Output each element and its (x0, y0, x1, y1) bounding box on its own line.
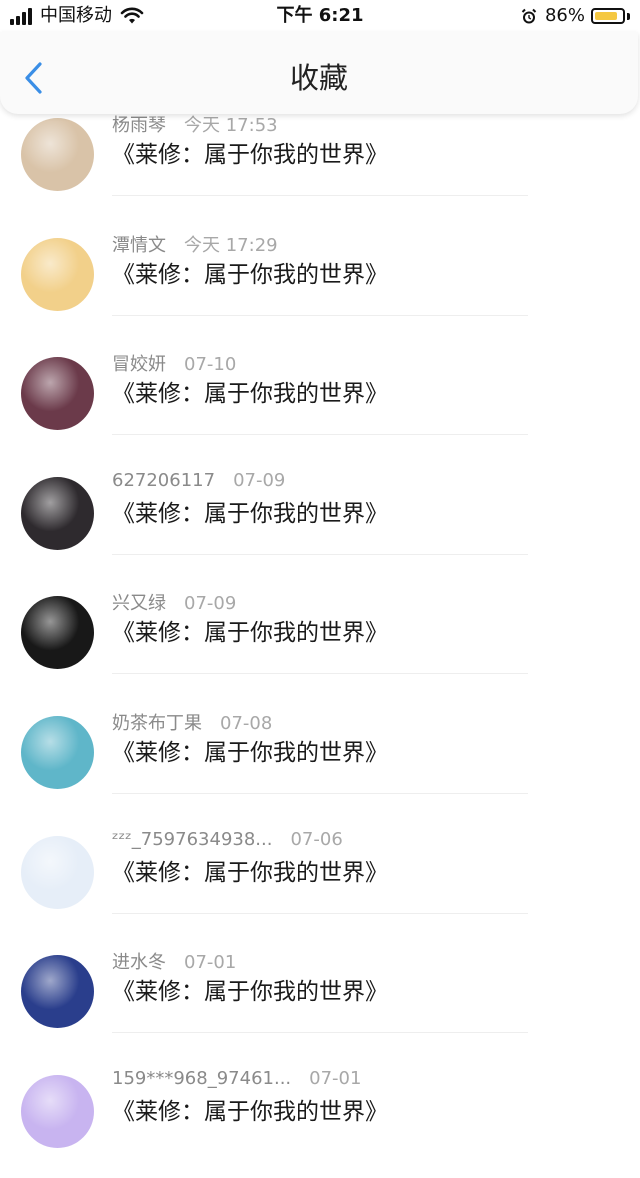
list-item[interactable]: 奶茶布丁果 07-08 《莱修：属于你我的世界》 (0, 699, 640, 819)
divider (112, 673, 528, 674)
avatar[interactable] (21, 238, 94, 311)
list-item[interactable]: ᶻᶻᶻ_7597634938... 07-06 《莱修：属于你我的世界》 (0, 819, 640, 939)
favorite-date: 07-09 (233, 470, 286, 491)
list-item[interactable]: 627206117 07-09 《莱修：属于你我的世界》 (0, 460, 640, 580)
favorite-date: 07-09 (184, 593, 237, 614)
status-bar: 中国移动 下午 6:21 86% (0, 0, 640, 32)
list-item[interactable]: 杨雨琴 今天 17:53 《莱修：属于你我的世界》 (0, 101, 640, 221)
divider (112, 554, 528, 555)
user-name: 杨雨琴 (112, 115, 166, 136)
avatar[interactable] (21, 836, 94, 909)
work-title[interactable]: 《莱修：属于你我的世界》 (112, 972, 388, 1006)
user-name: 兴又绿 (112, 593, 166, 614)
avatar[interactable] (21, 1075, 94, 1148)
battery-cap (627, 12, 630, 20)
nav-bar: 收藏 (0, 32, 638, 114)
battery-percent: 86% (544, 5, 585, 26)
user-name: 奶茶布丁果 (112, 713, 202, 734)
status-right: 86% (521, 5, 630, 27)
user-name: 冒姣妍 (112, 354, 166, 375)
avatar[interactable] (21, 955, 94, 1028)
avatar[interactable] (21, 357, 94, 430)
page-title: 收藏 (289, 61, 348, 95)
item-meta: 奶茶布丁果 07-08 (112, 709, 272, 735)
divider (112, 1032, 528, 1033)
item-meta: 627206117 07-09 (112, 470, 285, 491)
user-name: 潭情文 (112, 235, 166, 256)
battery-level (595, 12, 617, 20)
avatar[interactable] (21, 477, 94, 550)
avatar[interactable] (21, 716, 94, 789)
work-title[interactable]: 《莱修：属于你我的世界》 (112, 255, 388, 289)
item-meta: 兴又绿 07-09 (112, 589, 236, 615)
item-meta: 159***968_97461... 07-01 (112, 1068, 361, 1089)
avatar[interactable] (21, 118, 94, 191)
battery-icon (591, 8, 625, 24)
divider (112, 434, 528, 435)
user-name: 627206117 (112, 470, 216, 491)
item-meta: ᶻᶻᶻ_7597634938... 07-06 (112, 829, 343, 850)
favorite-date: 07-01 (184, 952, 237, 973)
work-title[interactable]: 《莱修：属于你我的世界》 (112, 733, 388, 767)
favorite-date: 07-01 (309, 1068, 362, 1089)
list-item[interactable]: 兴又绿 07-09 《莱修：属于你我的世界》 (0, 579, 640, 699)
alarm-icon (521, 8, 537, 23)
work-title[interactable]: 《莱修：属于你我的世界》 (112, 853, 388, 887)
user-name: ᶻᶻᶻ_7597634938... (112, 829, 273, 850)
divider (112, 793, 528, 794)
work-title[interactable]: 《莱修：属于你我的世界》 (112, 374, 388, 408)
divider (112, 913, 528, 914)
favorite-date: 07-08 (220, 713, 273, 734)
list-item[interactable]: 潭情文 今天 17:29 《莱修：属于你我的世界》 (0, 221, 640, 341)
divider (112, 315, 528, 316)
item-meta: 冒姣妍 07-10 (112, 350, 236, 376)
list-item[interactable]: 冒姣妍 07-10 《莱修：属于你我的世界》 (0, 340, 640, 460)
list-item[interactable]: 进水冬 07-01 《莱修：属于你我的世界》 (0, 938, 640, 1058)
avatar[interactable] (21, 596, 94, 669)
work-title[interactable]: 《莱修：属于你我的世界》 (112, 135, 388, 169)
favorite-date: 今天 17:29 (184, 235, 278, 256)
user-name: 进水冬 (112, 952, 166, 973)
divider (112, 195, 528, 196)
work-title[interactable]: 《莱修：属于你我的世界》 (112, 613, 388, 647)
favorite-date: 07-06 (290, 829, 343, 850)
item-meta: 潭情文 今天 17:29 (112, 231, 278, 257)
work-title[interactable]: 《莱修：属于你我的世界》 (112, 1092, 388, 1126)
list-item[interactable]: 159***968_97461... 07-01 《莱修：属于你我的世界》 (0, 1058, 640, 1178)
item-meta: 杨雨琴 今天 17:53 (112, 111, 278, 137)
user-name: 159***968_97461... (112, 1068, 292, 1089)
item-meta: 进水冬 07-01 (112, 948, 236, 974)
favorite-date: 07-10 (184, 354, 237, 375)
favorite-date: 今天 17:53 (184, 115, 278, 136)
work-title[interactable]: 《莱修：属于你我的世界》 (112, 494, 388, 528)
